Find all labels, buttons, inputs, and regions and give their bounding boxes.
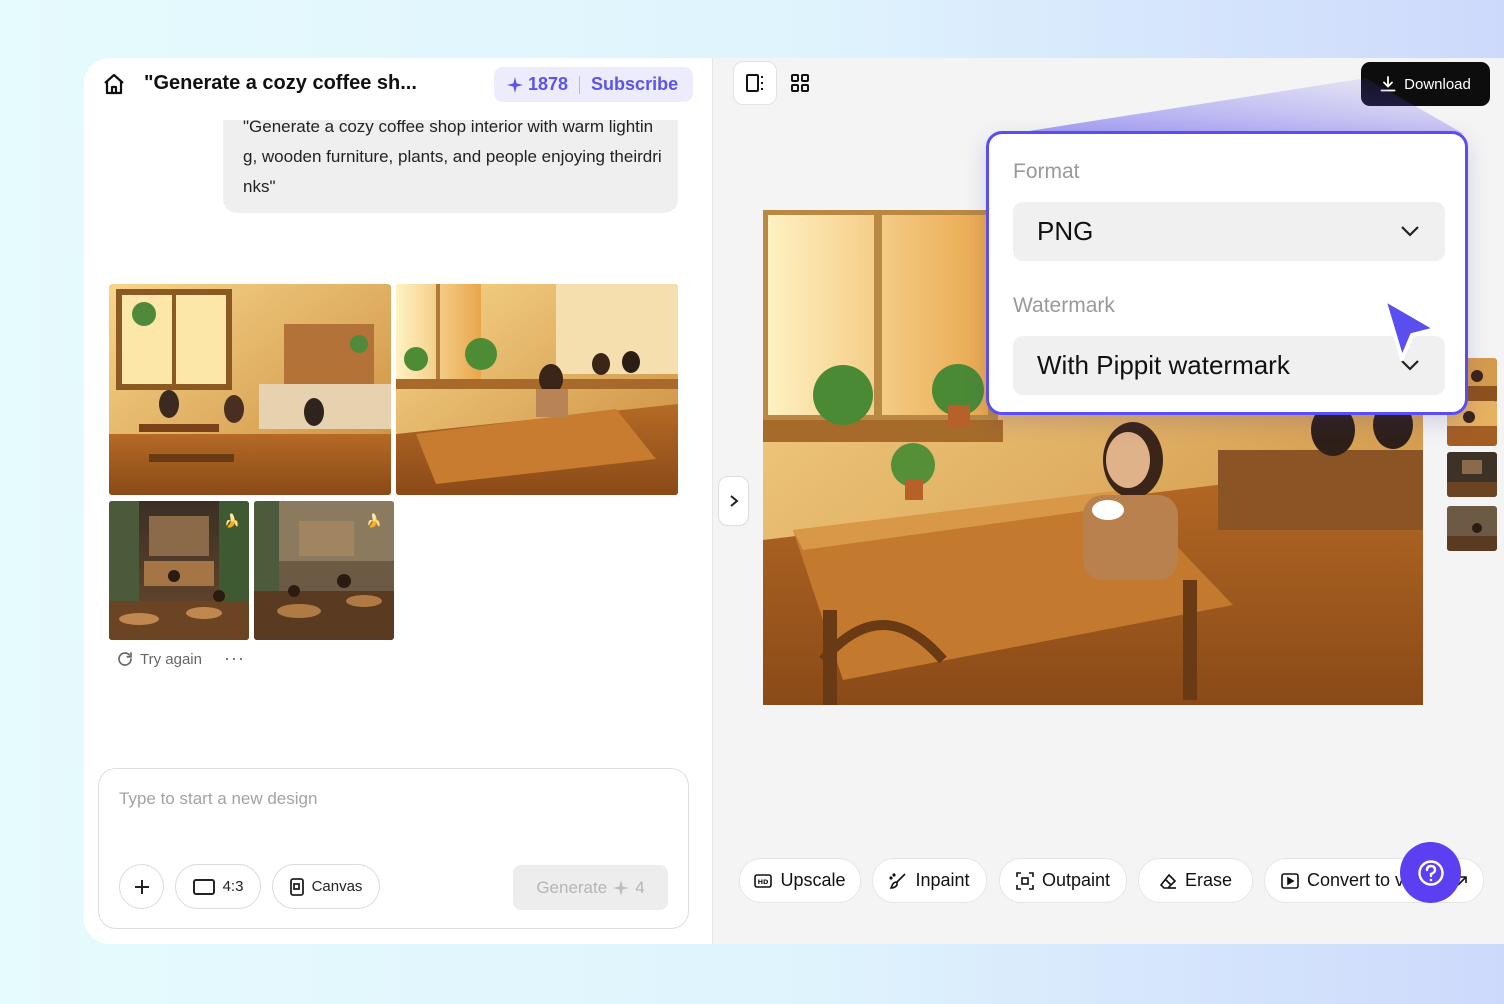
canvas-button[interactable]: Canvas xyxy=(272,864,380,909)
grid-view-button[interactable] xyxy=(778,61,822,105)
try-again-label: Try again xyxy=(140,650,202,668)
format-select[interactable]: PNG xyxy=(1013,202,1445,261)
sparkle-icon xyxy=(613,879,630,896)
more-options-button[interactable]: ··· xyxy=(224,648,245,669)
aspect-ratio-button[interactable]: 4:3 xyxy=(175,864,261,909)
generate-label: Generate xyxy=(536,877,608,897)
subscribe-link[interactable]: Subscribe xyxy=(591,74,678,95)
expand-chat-button[interactable] xyxy=(718,476,749,526)
plus-icon xyxy=(134,879,149,894)
erase-label: Erase xyxy=(1184,870,1233,890)
outpaint-button[interactable]: Outpaint xyxy=(999,858,1127,903)
home-icon[interactable] xyxy=(102,72,126,96)
video-icon xyxy=(1281,872,1299,889)
upscale-button[interactable]: HD Upscale xyxy=(739,858,861,903)
aspect-ratio-label: 4:3 xyxy=(222,878,244,895)
brush-icon xyxy=(889,872,907,889)
chat-panel: "Generate a cozy coffee sh... 1878 Subsc… xyxy=(84,58,712,944)
variant-thumbnail-4[interactable] xyxy=(1447,506,1497,551)
chat-title: "Generate a cozy coffee sh... xyxy=(144,72,417,94)
format-label: Format xyxy=(1013,160,1080,183)
result-image-1[interactable] xyxy=(109,284,391,495)
generate-cost: 4 xyxy=(635,877,645,897)
outpaint-label: Outpaint xyxy=(1041,870,1111,890)
expand-icon xyxy=(1016,871,1034,890)
upscale-label: Upscale xyxy=(780,870,846,890)
grid-view-icon xyxy=(791,74,809,92)
chevron-right-icon xyxy=(729,495,739,507)
credits-count: 1878 xyxy=(528,74,569,94)
help-button[interactable] xyxy=(1400,842,1461,903)
canvas-label: Canvas xyxy=(311,878,363,895)
svg-text:HD: HD xyxy=(758,878,769,886)
download-button[interactable]: Download xyxy=(1361,62,1490,106)
design-prompt-input[interactable] xyxy=(119,789,659,809)
variant-thumbnail-3[interactable] xyxy=(1447,452,1497,497)
sparkle-icon xyxy=(507,76,523,93)
result-image-2[interactable] xyxy=(396,284,678,495)
pill-separator xyxy=(579,75,581,94)
eraser-icon xyxy=(1159,873,1177,889)
download-icon xyxy=(1380,76,1396,92)
format-value: PNG xyxy=(1037,216,1094,246)
download-options-popover: Format PNG Watermark With Pippit waterma… xyxy=(986,131,1468,415)
watermark-value: With Pippit watermark xyxy=(1037,350,1290,380)
aspect-ratio-icon xyxy=(192,878,215,895)
inpaint-label: Inpaint xyxy=(915,870,970,890)
composer: 4:3 Canvas Generate 4 xyxy=(98,768,689,929)
download-label: Download xyxy=(1404,75,1471,93)
single-view-icon xyxy=(746,74,763,92)
hd-icon: HD xyxy=(754,873,773,888)
generate-button[interactable]: Generate 4 xyxy=(513,865,668,910)
convert-label: Convert to v xyxy=(1307,870,1405,890)
prompt-bubble: "Generate a cozy coffee shop interior wi… xyxy=(223,120,678,213)
erase-button[interactable]: Erase xyxy=(1138,858,1253,903)
canvas-icon xyxy=(289,877,304,896)
chevron-down-icon xyxy=(1401,226,1419,237)
refresh-icon xyxy=(118,652,132,666)
help-icon xyxy=(1417,859,1444,886)
result-image-3[interactable]: 🍌 xyxy=(109,501,249,640)
single-view-button[interactable] xyxy=(733,61,777,105)
credits-subscribe-pill[interactable]: 1878 Subscribe xyxy=(494,67,693,102)
add-button[interactable] xyxy=(119,864,164,909)
result-image-4[interactable]: 🍌 xyxy=(254,501,394,640)
inpaint-button[interactable]: Inpaint xyxy=(872,858,987,903)
mouse-pointer-icon xyxy=(1382,297,1438,361)
try-again-button[interactable]: Try again xyxy=(116,650,202,668)
watermark-label: Watermark xyxy=(1013,294,1115,317)
prompt-text: "Generate a cozy coffee shop interior wi… xyxy=(243,120,662,196)
svg-text:🍌: 🍌 xyxy=(224,513,240,528)
svg-text:🍌: 🍌 xyxy=(366,513,382,528)
